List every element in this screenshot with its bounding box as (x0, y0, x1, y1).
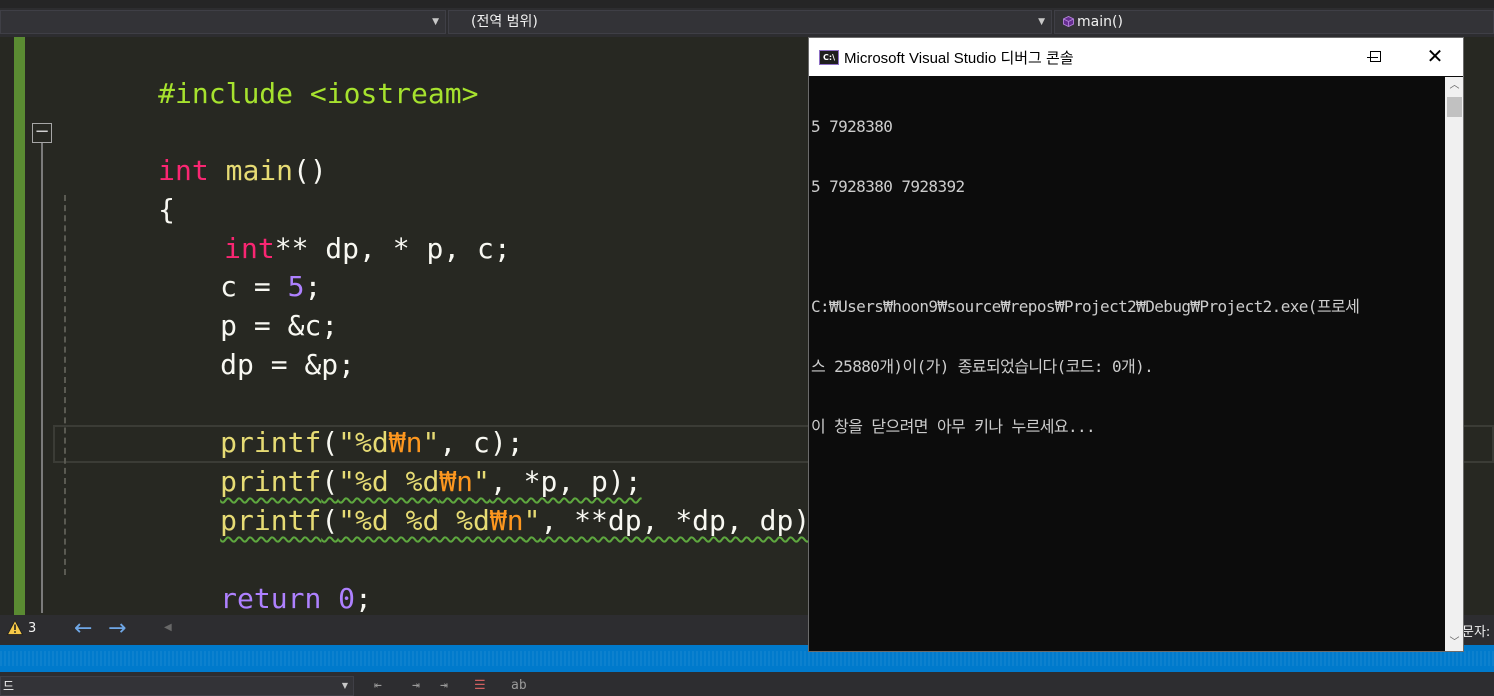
code-line-1: #include <iostream> (57, 37, 478, 110)
member-dropdown[interactable]: main() (1054, 10, 1494, 34)
scroll-up-arrow-icon[interactable]: ︿ (1445, 77, 1463, 95)
code-token: #include (158, 77, 294, 110)
warning-icon[interactable] (7, 620, 23, 635)
code-token: ( (321, 504, 339, 537)
change-tracking-margin (14, 37, 25, 615)
code-token: printf (220, 504, 322, 537)
console-line: 5 7928380 (811, 117, 893, 136)
output-source-dropdown[interactable]: 드 ▼ (0, 676, 354, 696)
previous-issue-arrow-icon[interactable]: ← (74, 616, 92, 641)
outline-fold-line (41, 143, 43, 613)
code-token: () (293, 154, 327, 187)
navigation-bar-top-strip (0, 0, 1494, 8)
code-token: <iostream> (293, 77, 479, 110)
output-source-label: 드 (3, 679, 15, 693)
code-line-5: int** dp, * p, c; (57, 192, 511, 265)
method-cube-icon (1063, 16, 1074, 27)
console-line: 5 7928380 7928392 (811, 177, 965, 196)
code-token: main (225, 154, 294, 187)
chevron-down-icon: ▼ (341, 681, 348, 690)
close-icon: ✕ (1426, 44, 1444, 68)
code-token: return (220, 582, 322, 615)
console-output[interactable]: 5 7928380 5 7928380 7928392 C:₩Users₩hoo… (811, 77, 1443, 477)
project-dropdown[interactable]: ▼ (0, 10, 446, 34)
window-title: Microsoft Visual Studio 디버그 콘솔 (844, 50, 1074, 67)
close-button[interactable]: ✕ (1405, 38, 1463, 76)
code-line-6: c = 5; (57, 230, 321, 303)
maximize-button[interactable] (1347, 38, 1405, 76)
scrollbar-thumb[interactable] (1447, 97, 1462, 117)
member-label: main() (1077, 14, 1123, 30)
warning-squiggle[interactable]: printf("%d %d %d₩n", **dp, *dp, dp); (220, 504, 827, 537)
code-line-10: printf("%d₩n", c); (57, 386, 523, 459)
scroll-down-arrow-icon[interactable]: ﹀ (1445, 634, 1463, 651)
code-line-7: p = &c; (57, 269, 338, 342)
status-bar-texture (0, 651, 1494, 666)
chevron-down-icon: ▼ (1038, 17, 1045, 27)
console-line: 이 창을 닫으려면 아무 키나 누르세요... (811, 417, 1096, 436)
code-token: ₩n (489, 504, 524, 537)
go-to-previous-message-icon[interactable]: ⇤ (374, 678, 382, 693)
console-title-bar[interactable]: C:\ Microsoft Visual Studio 디버그 콘솔 ✕ (809, 38, 1463, 76)
warning-count[interactable]: 3 (28, 621, 36, 636)
code-line-3: int main() (57, 114, 327, 187)
chevron-down-icon: ▼ (432, 17, 439, 27)
code-token: "%d %d %d (338, 504, 490, 537)
next-issue-arrow-icon[interactable]: → (108, 616, 126, 641)
code-line-14: return 0; (57, 542, 372, 615)
code-token: , **dp, *dp, dp); (540, 504, 828, 537)
code-line-4: { (57, 153, 175, 226)
code-line-12: printf("%d %d %d₩n", **dp, *dp, dp); (57, 464, 827, 537)
output-toolbar: 드 ▼ ⇤ ⇥ ⇥ ☰ ab (0, 672, 1494, 696)
code-token: dp = &p; (220, 348, 356, 381)
horizontal-scroll-left-icon[interactable]: ◀ (164, 622, 172, 633)
console-app-icon: C:\ (819, 50, 839, 65)
code-token: ; (355, 582, 372, 615)
code-token: " (523, 504, 541, 537)
clear-all-icon[interactable]: ☰ (474, 678, 486, 693)
word-wrap-icon[interactable]: ab (511, 678, 527, 693)
maximize-icon (1370, 51, 1381, 62)
code-line-11: printf("%d %d₩n", *p, p); (57, 425, 641, 498)
code-token: 0 (338, 582, 356, 615)
code-line-15: } (57, 580, 175, 615)
scope-label: (전역 범위) (471, 14, 538, 30)
console-line: C:₩Users₩hoon9₩source₩repos₩Project2₩Deb… (811, 297, 1360, 316)
debug-console-window[interactable]: C:\ Microsoft Visual Studio 디버그 콘솔 ✕ 5 7… (808, 37, 1464, 652)
find-message-icon[interactable]: ⇥ (440, 678, 448, 693)
console-line: 스 25880개)이(가) 종료되었습니다(코드: 0개). (811, 357, 1154, 376)
go-to-next-message-icon[interactable]: ⇥ (412, 678, 420, 693)
console-vertical-scrollbar[interactable]: ︿ ﹀ (1445, 77, 1463, 651)
navigation-bar: ▼ (전역 범위) ▼ main() (0, 0, 1494, 37)
code-line-8: dp = &p; (57, 308, 355, 381)
collapse-icon[interactable]: − (32, 123, 52, 143)
scope-dropdown[interactable]: (전역 범위) ▼ (448, 10, 1052, 34)
character-position-label: 문자: (1462, 625, 1491, 640)
